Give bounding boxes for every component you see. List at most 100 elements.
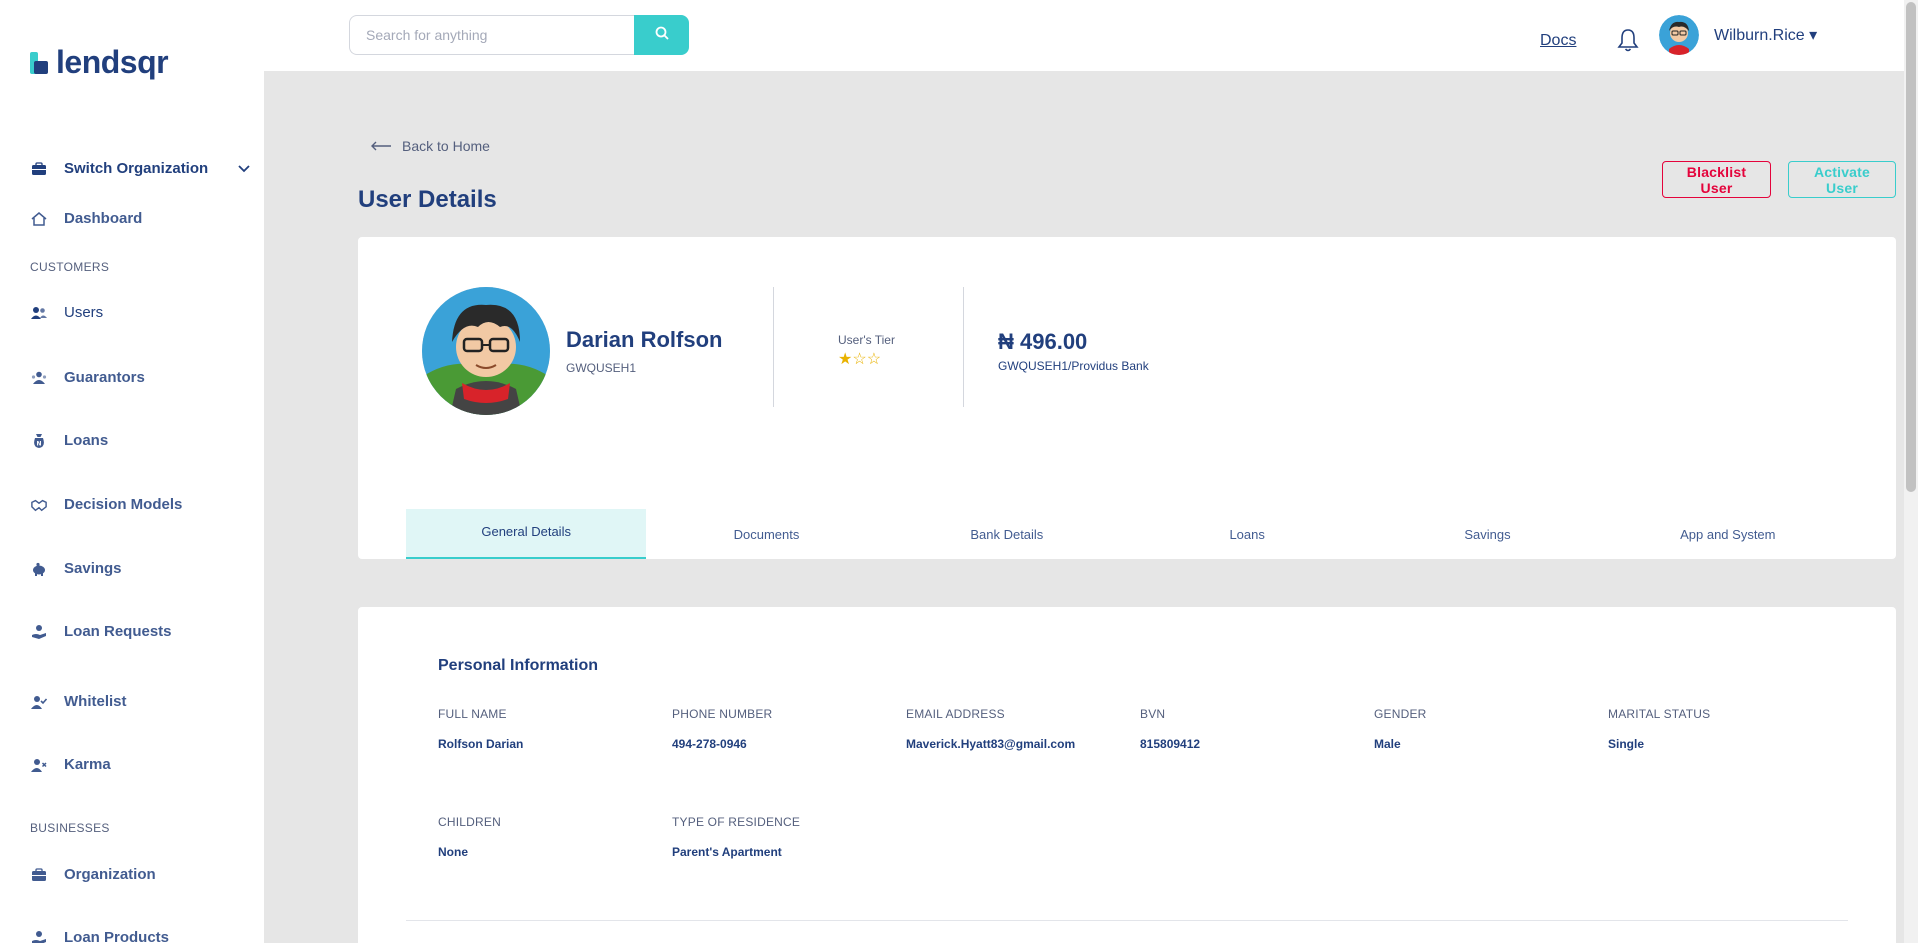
tab-bank-details[interactable]: Bank Details xyxy=(887,509,1127,559)
field-gender: GENDER Male xyxy=(1374,707,1427,751)
loan-request-icon xyxy=(30,930,48,943)
sidebar-item-label: Decision Models xyxy=(64,496,183,513)
field-label: PHONE NUMBER xyxy=(672,707,773,721)
switch-organization-label: Switch Organization xyxy=(64,160,209,177)
field-marital-status: MARITAL STATUS Single xyxy=(1608,707,1710,751)
briefcase-icon xyxy=(30,161,48,177)
user-menu[interactable]: Wilburn.Rice ▾ xyxy=(1714,25,1817,45)
user-code: GWQUSEH1 xyxy=(566,361,637,375)
field-phone-number: PHONE NUMBER 494-278-0946 xyxy=(672,707,772,751)
sidebar-item-label: Loans xyxy=(64,432,109,449)
account-balance: ₦ 496.00 xyxy=(998,329,1088,354)
field-residence-type: TYPE OF RESIDENCE Parent's Apartment xyxy=(672,815,800,859)
field-label: CHILDREN xyxy=(438,815,501,829)
field-value: 494-278-0946 xyxy=(672,737,747,751)
bell-icon[interactable] xyxy=(1617,28,1639,57)
tab-loans[interactable]: Loans xyxy=(1127,509,1367,559)
sidebar-item-whitelist[interactable]: Whitelist xyxy=(30,693,127,710)
sidebar-item-loans[interactable]: N Loans xyxy=(30,432,108,449)
user-tier-label: User's Tier xyxy=(838,333,895,347)
sidebar-item-label: Whitelist xyxy=(64,693,127,710)
avatar[interactable] xyxy=(1659,15,1699,55)
tab-app-and-system[interactable]: App and System xyxy=(1608,509,1848,559)
back-label: Back to Home xyxy=(402,138,490,154)
field-value: 815809412 xyxy=(1140,737,1201,751)
user-check-icon xyxy=(30,694,48,710)
scrollbar-thumb[interactable] xyxy=(1906,2,1916,492)
field-value: None xyxy=(438,845,468,859)
field-label: MARITAL STATUS xyxy=(1608,707,1711,721)
logo-text: lendsqr xyxy=(56,44,169,80)
sidebar-item-label: Loan Products xyxy=(64,929,170,943)
guarantors-icon xyxy=(30,370,48,386)
tab-general-details[interactable]: General Details xyxy=(406,509,647,559)
activate-user-button[interactable]: Activate User xyxy=(1788,161,1896,198)
field-value: Parent's Apartment xyxy=(672,845,782,859)
tab-savings[interactable]: Savings xyxy=(1367,509,1607,559)
field-value: Maverick.Hyatt83@gmail.com xyxy=(906,737,1076,751)
search-button[interactable] xyxy=(634,15,689,55)
main-content: Back to Home User Details Blacklist User… xyxy=(264,71,1904,943)
tab-documents[interactable]: Documents xyxy=(646,509,886,559)
sidebar-item-label: Dashboard xyxy=(64,210,143,227)
field-value: Male xyxy=(1374,737,1401,751)
logo-icon xyxy=(30,51,50,74)
field-email: EMAIL ADDRESS Maverick.Hyatt83@gmail.com xyxy=(906,707,1075,751)
search-icon xyxy=(655,26,669,45)
profile-avatar xyxy=(422,287,550,415)
field-label: BVN xyxy=(1140,707,1166,721)
field-value: Single xyxy=(1608,737,1645,751)
loan-request-icon xyxy=(30,624,48,640)
sidebar: lendsqr Switch Organization Dashboard CU… xyxy=(0,0,264,943)
sidebar-item-loan-products[interactable]: Loan Products xyxy=(30,929,169,943)
sidebar-item-label: Guarantors xyxy=(64,369,145,386)
blacklist-user-button[interactable]: Blacklist User xyxy=(1662,161,1771,198)
section-title: Personal Information xyxy=(438,657,599,674)
field-full-name: FULL NAME Rolfson Darian xyxy=(438,707,523,751)
users-icon xyxy=(30,305,48,321)
divider xyxy=(406,920,1848,921)
logo[interactable]: lendsqr xyxy=(30,44,169,81)
search-input[interactable] xyxy=(349,15,634,55)
field-children: CHILDREN None xyxy=(438,815,501,859)
field-value: Rolfson Darian xyxy=(438,737,524,751)
sidebar-item-organization[interactable]: Organization xyxy=(30,866,156,883)
field-label: FULL NAME xyxy=(438,707,507,721)
sidebar-item-decision-models[interactable]: Decision Models xyxy=(30,496,182,513)
field-label: EMAIL ADDRESS xyxy=(906,707,1005,721)
home-icon xyxy=(30,211,48,227)
loan-bag-icon: N xyxy=(30,433,48,449)
sidebar-item-guarantors[interactable]: Guarantors xyxy=(30,369,145,386)
sidebar-item-loan-requests[interactable]: Loan Requests xyxy=(30,623,172,640)
sidebar-item-karma[interactable]: Karma xyxy=(30,756,111,773)
sidebar-item-label: Loan Requests xyxy=(64,623,172,640)
divider xyxy=(963,287,964,407)
divider xyxy=(773,287,774,407)
field-label: TYPE OF RESIDENCE xyxy=(672,815,801,829)
sidebar-item-users[interactable]: Users xyxy=(30,304,103,321)
top-header: Docs Wilburn.Rice ▾ xyxy=(264,0,1918,71)
sidebar-item-label: Savings xyxy=(64,560,122,577)
general-details-card: Personal Information FULL NAME Rolfson D… xyxy=(358,607,1896,943)
arrow-left-icon xyxy=(370,138,392,154)
user-tier-stars: ★☆☆ xyxy=(838,351,882,368)
scrollbar[interactable] xyxy=(1904,0,1918,943)
field-label: GENDER xyxy=(1374,707,1427,721)
docs-link[interactable]: Docs xyxy=(1540,32,1576,50)
user-x-icon xyxy=(30,757,48,773)
sidebar-item-dashboard[interactable]: Dashboard xyxy=(30,210,142,227)
switch-organization[interactable]: Switch Organization xyxy=(30,160,250,177)
user-summary-card: Darian Rolfson GWQUSEH1 User's Tier ★☆☆ … xyxy=(358,237,1896,559)
sidebar-item-label: Organization xyxy=(64,866,156,883)
user-full-name: Darian Rolfson xyxy=(566,327,723,352)
back-to-home-link[interactable]: Back to Home xyxy=(370,138,490,154)
piggy-bank-icon xyxy=(30,561,48,577)
field-bvn: BVN 815809412 xyxy=(1140,707,1200,751)
section-businesses: BUSINESSES xyxy=(30,821,110,835)
briefcase-icon xyxy=(30,867,48,883)
bank-account: GWQUSEH1/Providus Bank xyxy=(998,359,1149,373)
section-customers: CUSTOMERS xyxy=(30,260,110,274)
handshake-icon xyxy=(30,497,48,513)
sidebar-item-savings[interactable]: Savings xyxy=(30,560,122,577)
chevron-down-icon xyxy=(238,160,250,177)
